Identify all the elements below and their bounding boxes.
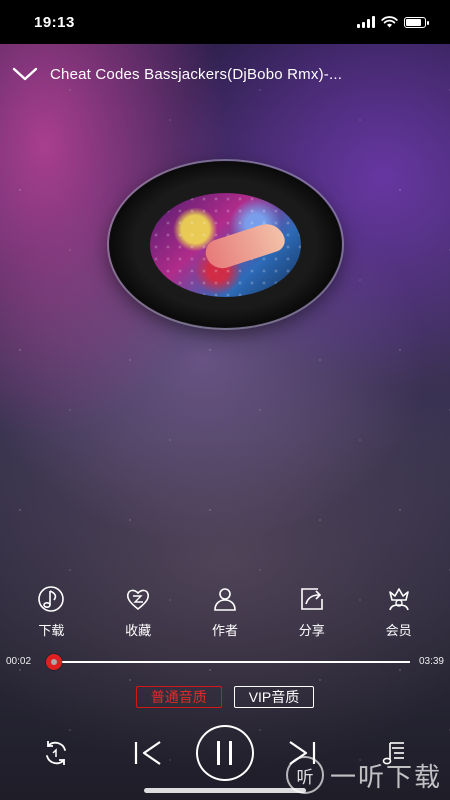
chevron-down-icon: [12, 67, 38, 81]
total-time: 03:39: [418, 656, 444, 667]
progress-thumb[interactable]: [45, 654, 62, 670]
home-indicator[interactable]: [144, 788, 306, 793]
vip-quality-button[interactable]: VIP音质: [233, 686, 315, 708]
cover-figure: [202, 219, 288, 273]
author-label: 作者: [211, 623, 238, 638]
favorite-button[interactable]: 收藏: [108, 585, 168, 640]
download-note-icon: [38, 586, 65, 612]
quality-selector: 普通音质 VIP音质: [0, 686, 450, 712]
collapse-button[interactable]: [0, 56, 50, 92]
share-button[interactable]: 分享: [282, 585, 342, 640]
player-header: Cheat Codes Bassjackers(DjBobo Rmx)-...: [0, 56, 450, 92]
previous-button[interactable]: [130, 737, 166, 769]
share-label: 分享: [298, 623, 325, 638]
progress-track[interactable]: [45, 654, 410, 670]
author-person-icon: [214, 588, 236, 611]
current-time: 00:02: [6, 656, 32, 667]
repeat-mode-button[interactable]: [38, 735, 74, 771]
status-bar: 19:13: [0, 0, 450, 44]
previous-icon: [134, 741, 161, 765]
wifi-icon: [381, 16, 398, 28]
vip-button[interactable]: 会员: [369, 585, 429, 640]
song-title: Cheat Codes Bassjackers(DjBobo Rmx)-...: [50, 65, 343, 83]
favorite-label: 收藏: [125, 623, 152, 638]
watermark: 听 一听下载: [285, 756, 442, 794]
author-button[interactable]: 作者: [195, 585, 255, 640]
action-bar: 下载 收藏 作者 分享 会员: [0, 585, 450, 640]
repeat-icon: [46, 741, 66, 765]
pause-icon: [217, 741, 232, 765]
pause-button[interactable]: [196, 725, 254, 781]
album-cover: [150, 193, 301, 297]
system-icons: [357, 16, 429, 28]
battery-icon: [404, 16, 429, 28]
progress-bar: 00:02 03:39: [0, 652, 450, 672]
favorite-heart-icon: [127, 589, 150, 611]
vip-label: 会员: [385, 623, 412, 638]
star-overlay: [0, 0, 450, 800]
status-time: 19:13: [34, 13, 75, 31]
download-button[interactable]: 下载: [21, 585, 81, 640]
album-disc[interactable]: [109, 161, 342, 328]
watermark-text: 一听下载: [329, 761, 442, 792]
cellular-signal-icon: [357, 16, 375, 28]
standard-quality-button[interactable]: 普通音质: [135, 686, 222, 708]
vip-crown-icon: [388, 588, 409, 611]
share-icon: [300, 588, 323, 610]
download-label: 下载: [38, 623, 65, 638]
